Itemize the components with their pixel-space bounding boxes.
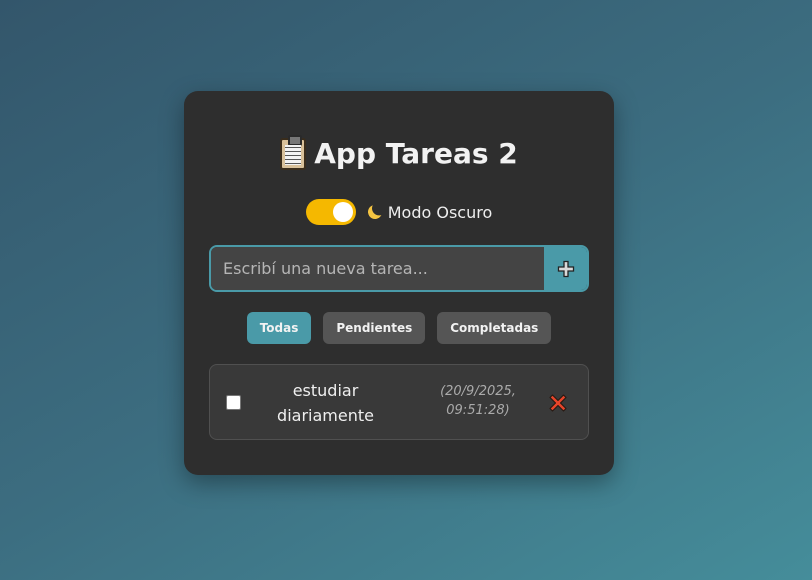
- add-task-button[interactable]: [544, 247, 587, 290]
- filter-all-button[interactable]: Todas: [246, 312, 312, 344]
- mode-label: Modo Oscuro: [387, 202, 493, 222]
- clipboard-icon: [280, 134, 307, 170]
- close-icon: [549, 394, 567, 412]
- delete-task-button[interactable]: [547, 392, 569, 414]
- toggle-knob: [332, 202, 353, 222]
- task-text: estudiar diariamente: [277, 381, 374, 425]
- app-title: App Tareas 2: [314, 137, 518, 170]
- filter-pending-button[interactable]: Pendientes: [323, 312, 426, 344]
- task-checkbox[interactable]: [226, 395, 241, 410]
- app-header: App Tareas 2: [184, 134, 614, 170]
- theme-row: Modo Oscuro: [184, 199, 614, 225]
- filter-bar: Todas Pendientes Completadas: [184, 312, 614, 344]
- mode-label-group: Modo Oscuro: [368, 203, 493, 222]
- filter-completed-button[interactable]: Completadas: [437, 312, 552, 344]
- todo-card: App Tareas 2 Modo Oscuro Todas Pendiente…: [184, 91, 614, 475]
- dark-mode-toggle[interactable]: [305, 199, 356, 225]
- new-task-form: [209, 245, 589, 292]
- task-date: (20/9/2025, 09:51:28): [440, 384, 516, 418]
- plus-icon: [557, 260, 574, 277]
- new-task-input[interactable]: [211, 247, 544, 290]
- moon-icon: [366, 203, 384, 221]
- task-item: estudiar diariamente (20/9/2025, 09:51:2…: [209, 364, 589, 440]
